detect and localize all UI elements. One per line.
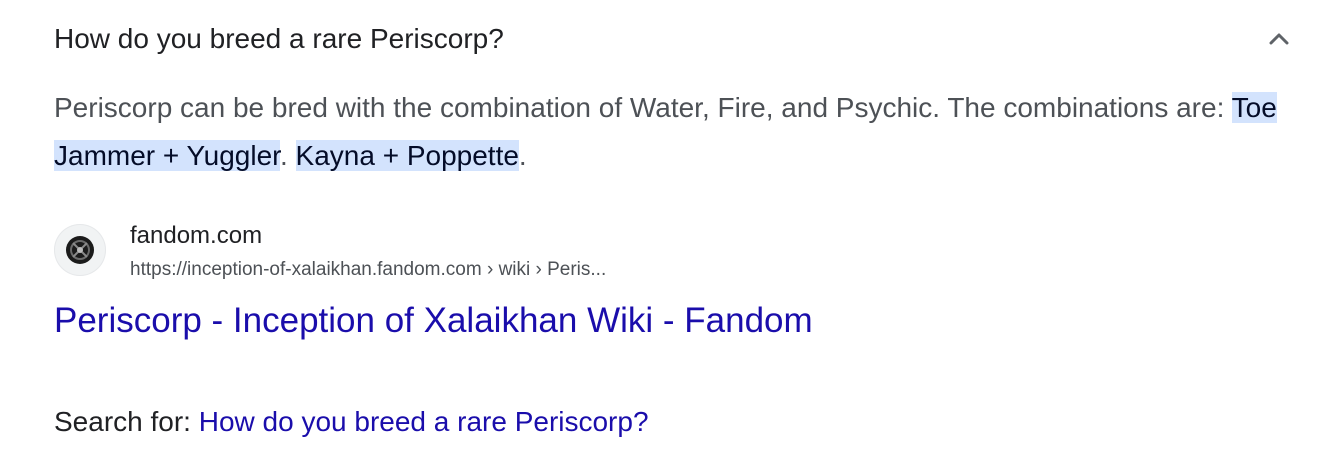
chevron-up-icon[interactable] xyxy=(1264,24,1294,54)
source-site-name[interactable]: fandom.com xyxy=(130,222,262,250)
answer-separator-1: . xyxy=(279,140,296,171)
answer-separator-2: . xyxy=(518,140,527,171)
source-citation[interactable]: fandom.com https://inception-of-xalaikha… xyxy=(54,222,954,282)
search-for-row: Search for: How do you breed a rare Peri… xyxy=(54,403,649,441)
result-title-link[interactable]: Periscorp - Inception of Xalaikhan Wiki … xyxy=(54,298,813,344)
search-for-query-link[interactable]: How do you breed a rare Periscorp? xyxy=(199,406,649,437)
fandom-logo-icon xyxy=(54,224,106,276)
faq-question[interactable]: How do you breed a rare Periscorp? xyxy=(54,18,504,60)
answer-intro: Periscorp can be bred with the combinati… xyxy=(54,92,1232,123)
search-for-label: Search for: xyxy=(54,406,199,437)
source-url[interactable]: https://inception-of-xalaikhan.fandom.co… xyxy=(130,258,606,282)
faq-answer: Periscorp can be bred with the combinati… xyxy=(54,84,1294,180)
faq-question-row[interactable]: How do you breed a rare Periscorp? xyxy=(54,18,1294,60)
answer-highlight-combo-2: Kayna + Poppette xyxy=(295,140,519,171)
